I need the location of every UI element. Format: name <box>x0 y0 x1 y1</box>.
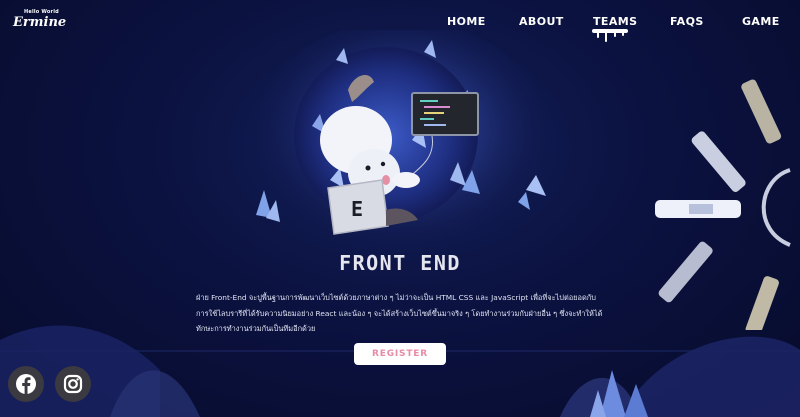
ermine-coding-illustration: E <box>251 30 551 260</box>
nav-home[interactable]: HOME <box>447 15 486 28</box>
nav-game[interactable]: GAME <box>742 15 780 28</box>
indicator-drip <box>614 32 616 37</box>
instagram-button[interactable] <box>55 366 91 402</box>
scrolls-illustration <box>655 79 791 330</box>
scroll <box>741 79 782 144</box>
indicator-drip <box>622 32 624 36</box>
instagram-icon <box>63 374 83 394</box>
monitor <box>411 92 479 136</box>
nav-faqs[interactable]: FAQS <box>670 15 704 28</box>
keycap-letter: E <box>351 197 363 221</box>
facebook-icon <box>16 374 36 394</box>
scroll <box>691 131 746 192</box>
indicator-drip <box>605 32 607 42</box>
scroll <box>745 276 779 330</box>
indicator-drip <box>597 32 599 38</box>
nav-teams[interactable]: TEAMS <box>593 15 637 28</box>
section-title: FRONT END <box>339 251 461 275</box>
facebook-button[interactable] <box>8 366 44 402</box>
register-button[interactable]: REGISTER <box>354 343 446 365</box>
nav-about[interactable]: ABOUT <box>519 15 564 28</box>
section-description: ฝ่าย Front-End จะปูพื้นฐานการพัฒนาเว็บไซ… <box>196 293 603 334</box>
